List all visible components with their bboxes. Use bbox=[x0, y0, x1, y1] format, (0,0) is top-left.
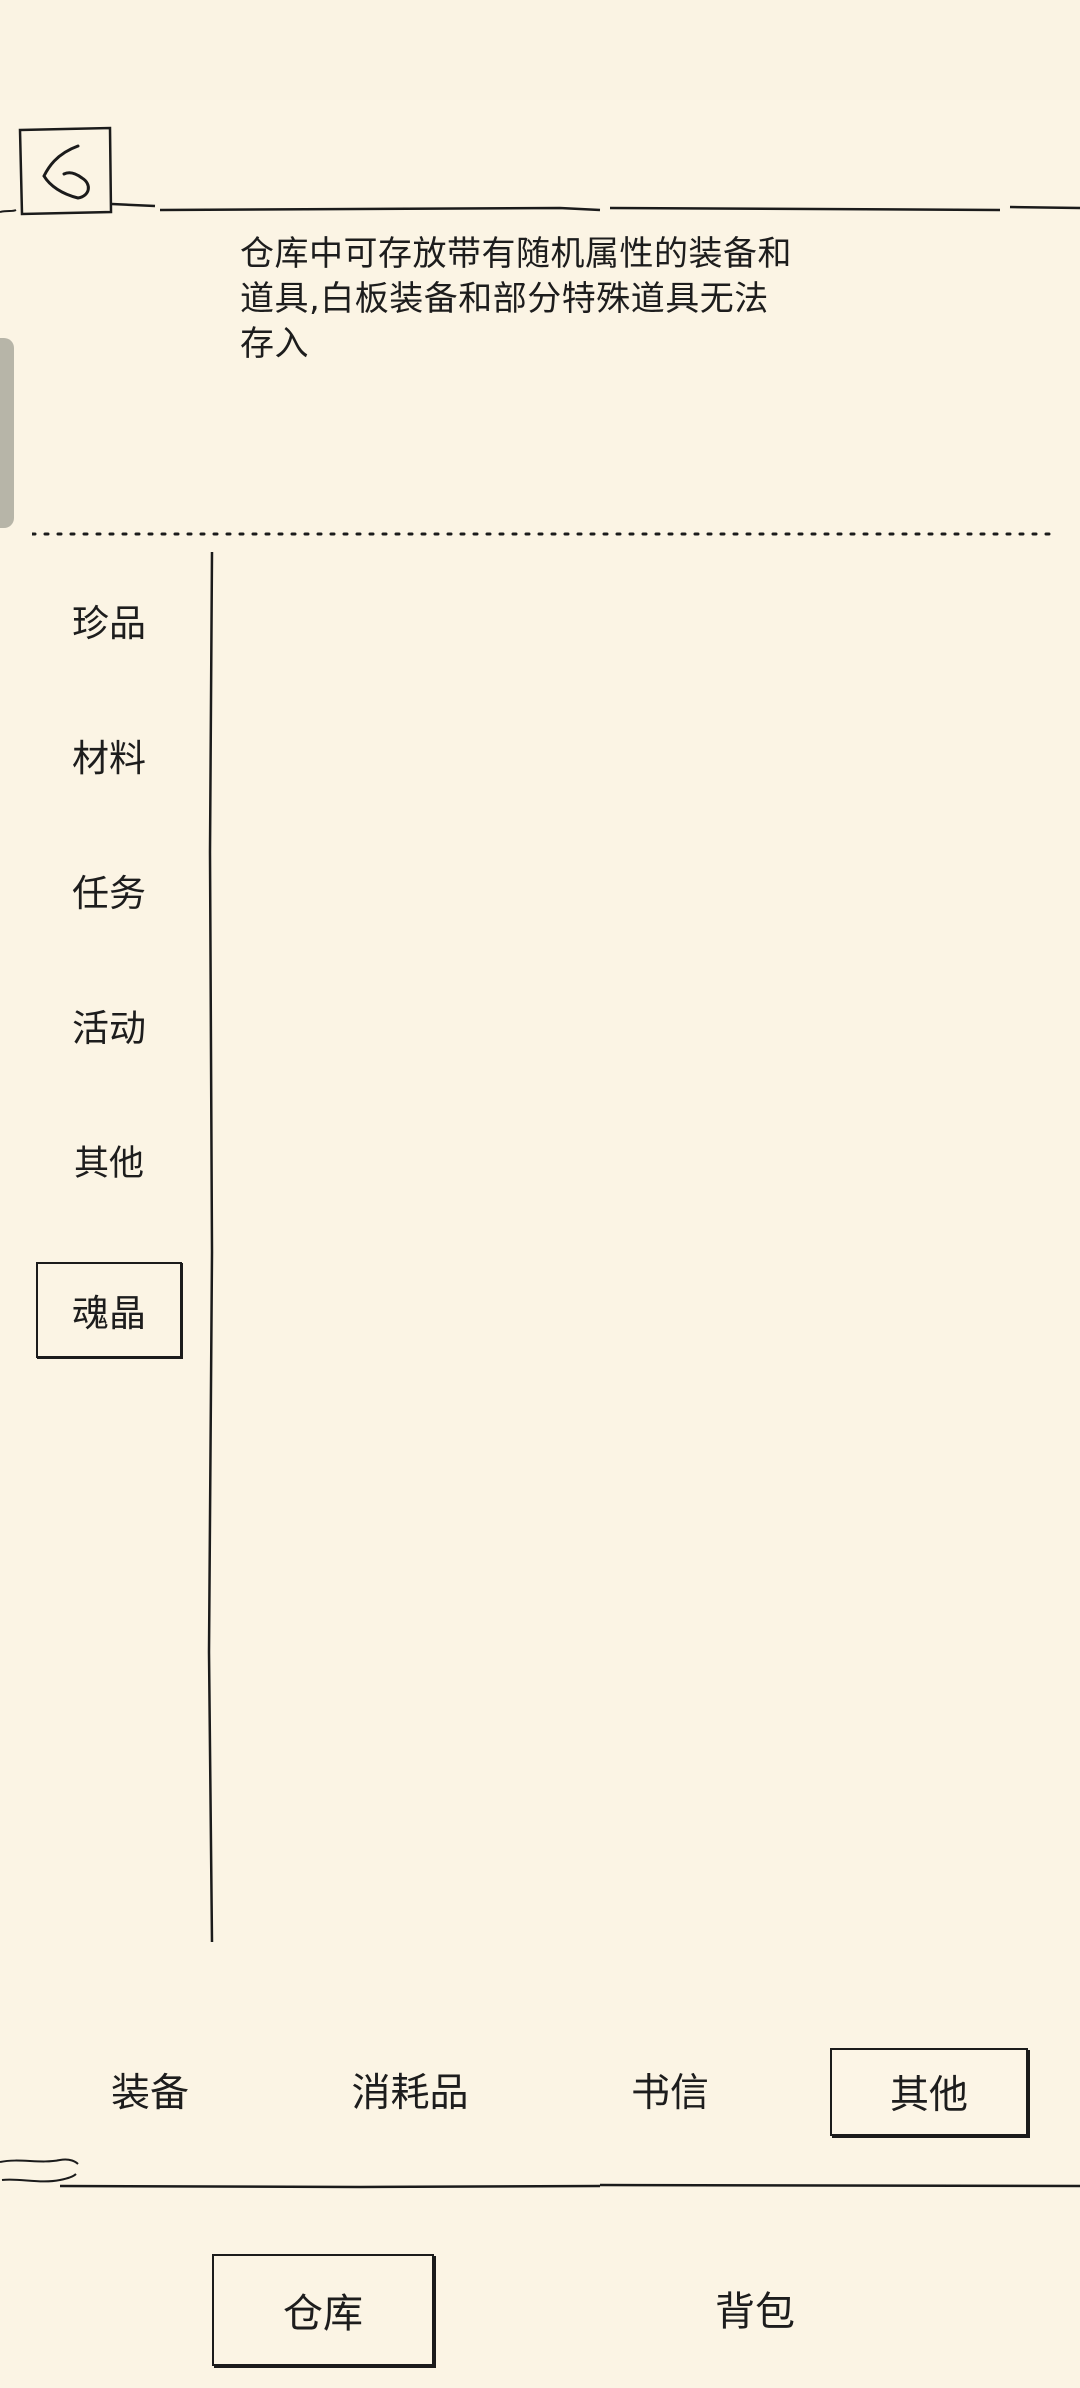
info-line: 道具,白板装备和部分特殊道具无法 bbox=[240, 279, 769, 319]
category-tabs: 装备 消耗品 书信 其他 bbox=[0, 2040, 1080, 2140]
side-item-label: 活动 bbox=[72, 1007, 146, 1050]
bottom-nav: 仓库 背包 bbox=[0, 2240, 1080, 2388]
nav-tab-warehouse[interactable]: 仓库 bbox=[212, 2254, 434, 2366]
tab-other[interactable]: 其他 bbox=[830, 2048, 1028, 2136]
tab-consumables[interactable]: 消耗品 bbox=[330, 2048, 490, 2132]
item-grid-area bbox=[230, 552, 1060, 1932]
side-menu-divider bbox=[207, 552, 214, 1942]
footer-divider bbox=[0, 2158, 1080, 2189]
info-line: 存入 bbox=[240, 324, 309, 364]
side-item-event[interactable]: 活动 bbox=[22, 975, 196, 1075]
tab-label: 消耗品 bbox=[351, 2071, 469, 2116]
side-item-label: 材料 bbox=[72, 737, 146, 780]
side-item-materials[interactable]: 材料 bbox=[22, 705, 196, 805]
tab-equipment[interactable]: 装备 bbox=[80, 2048, 220, 2132]
side-item-soul-crystal[interactable]: 魂晶 bbox=[36, 1262, 182, 1358]
info-line: 仓库中可存放带有随机属性的装备和 bbox=[240, 234, 792, 274]
storage-info-text: 仓库中可存放带有随机属性的装备和 道具,白板装备和部分特殊道具无法 存入 bbox=[240, 232, 860, 367]
status-bar bbox=[0, 0, 1080, 100]
side-item-other[interactable]: 其他 bbox=[22, 1110, 196, 1210]
tab-letters[interactable]: 书信 bbox=[600, 2048, 740, 2132]
header-divider bbox=[0, 202, 1080, 213]
side-item-label: 其他 bbox=[73, 1143, 144, 1184]
side-item-quest[interactable]: 任务 bbox=[22, 840, 196, 940]
side-item-treasure[interactable]: 珍品 bbox=[22, 570, 196, 670]
side-drawer-handle[interactable] bbox=[0, 338, 14, 528]
side-item-label: 珍品 bbox=[72, 602, 146, 645]
tab-label: 书信 bbox=[630, 2071, 709, 2116]
tab-label: 其他 bbox=[889, 2073, 968, 2118]
dotted-divider bbox=[32, 532, 1052, 536]
nav-tab-label: 仓库 bbox=[283, 2291, 363, 2337]
side-item-label: 魂晶 bbox=[72, 1292, 146, 1335]
nav-tab-backpack[interactable]: 背包 bbox=[650, 2254, 860, 2362]
nav-tab-label: 背包 bbox=[715, 2289, 795, 2335]
side-item-label: 任务 bbox=[72, 872, 146, 915]
tab-label: 装备 bbox=[110, 2071, 189, 2116]
